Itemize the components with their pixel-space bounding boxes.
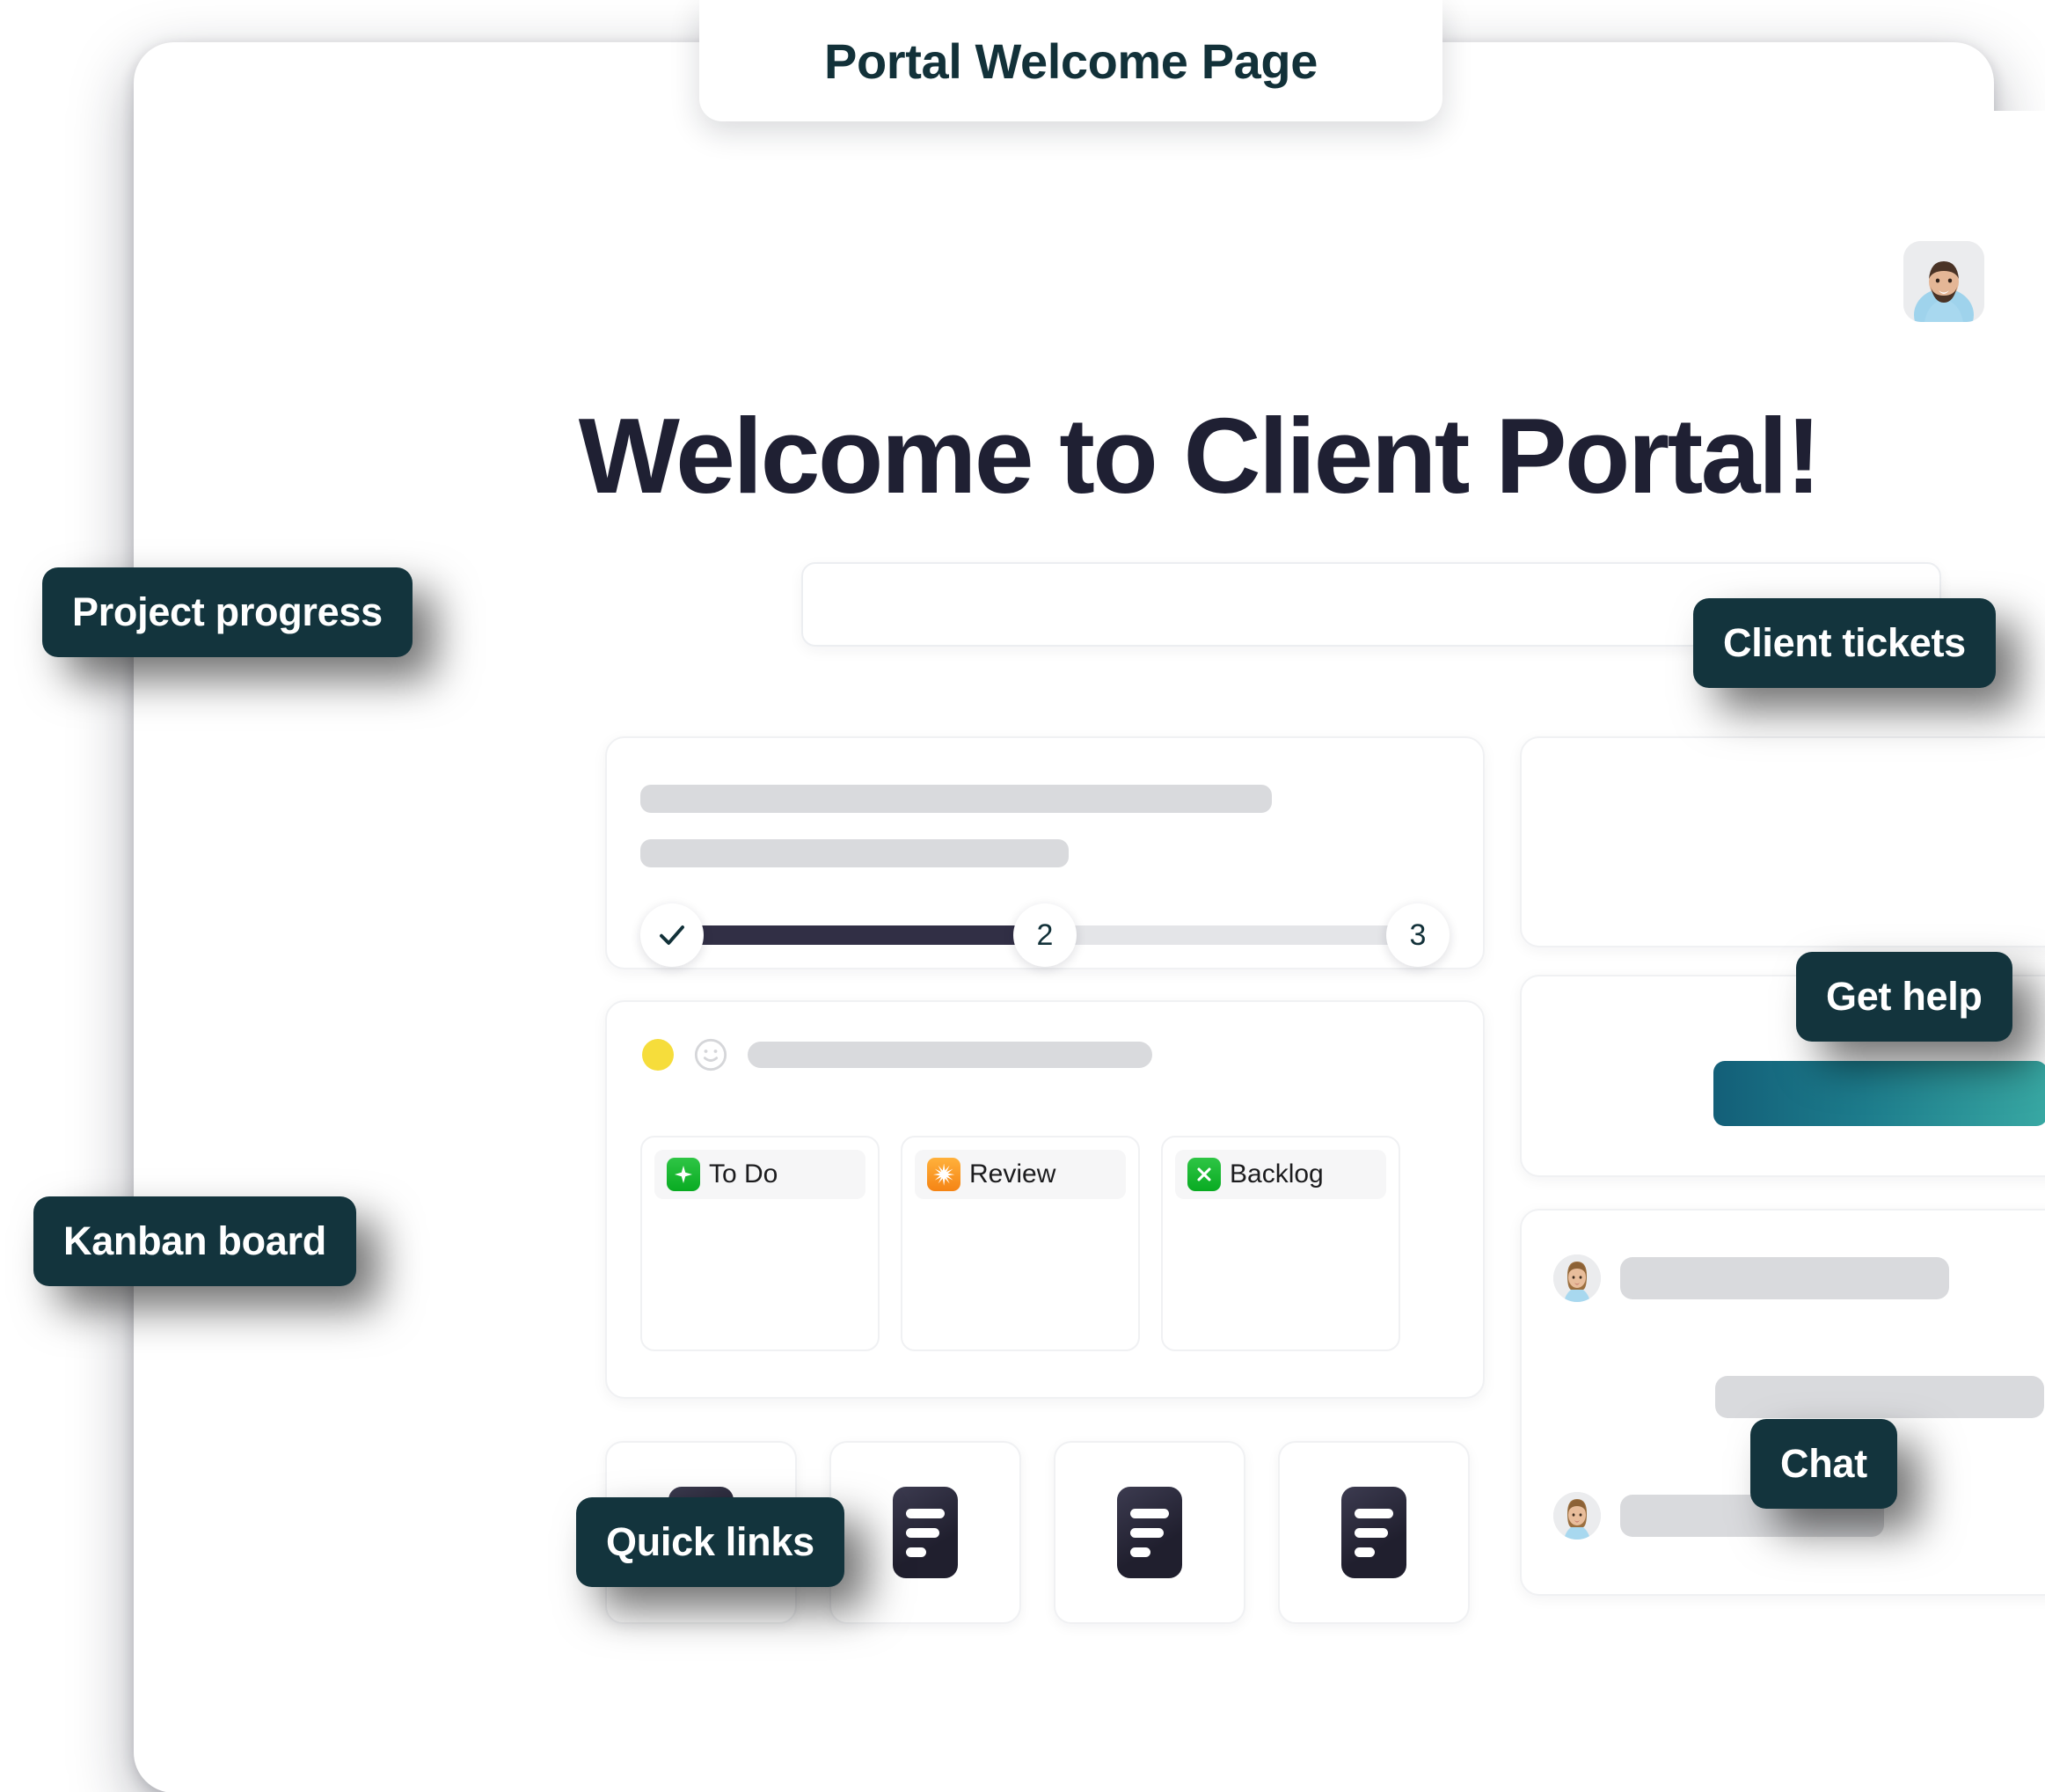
screenshot-root: Welcome to Client Portal! 2 3 To Do Revi… bbox=[0, 0, 2045, 1792]
project-progress-card: 2 3 bbox=[605, 736, 1485, 969]
quick-link-tile[interactable] bbox=[1278, 1441, 1470, 1624]
client-tickets-card bbox=[1520, 736, 2045, 947]
portal-screen: Welcome to Client Portal! 2 3 To Do Revi… bbox=[306, 111, 2045, 1792]
step-node-2[interactable]: 2 bbox=[1013, 903, 1077, 967]
annotation-get-help: Get help bbox=[1796, 952, 2012, 1042]
kanban-board-card: To Do Review Backlog bbox=[605, 1000, 1485, 1399]
check-icon bbox=[660, 925, 684, 945]
document-line bbox=[1355, 1547, 1375, 1557]
kanban-column-header: Review bbox=[915, 1150, 1126, 1199]
page-title: Welcome to Client Portal! bbox=[578, 396, 1822, 516]
smiley-icon[interactable] bbox=[693, 1037, 728, 1072]
document-icon bbox=[893, 1487, 958, 1578]
document-line bbox=[906, 1527, 939, 1538]
document-icon bbox=[1117, 1487, 1182, 1578]
chat-bubble bbox=[1620, 1257, 1949, 1299]
document-line bbox=[1130, 1527, 1164, 1538]
stepper-fill bbox=[681, 925, 1050, 945]
step-node-3[interactable]: 3 bbox=[1386, 903, 1450, 967]
kanban-column-backlog[interactable]: Backlog bbox=[1161, 1136, 1400, 1351]
chat-bubble bbox=[1715, 1376, 2044, 1418]
document-line bbox=[906, 1547, 926, 1557]
avatar-photo bbox=[1553, 1492, 1601, 1540]
annotation-quick-links: Quick links bbox=[576, 1497, 844, 1587]
annotation-kanban-board: Kanban board bbox=[33, 1196, 356, 1286]
kanban-column-todo[interactable]: To Do bbox=[640, 1136, 880, 1351]
quick-link-tile[interactable] bbox=[829, 1441, 1021, 1624]
sparkle-glyph bbox=[675, 1166, 692, 1183]
progress-stepper: 2 3 bbox=[640, 903, 1450, 967]
document-line bbox=[1130, 1547, 1150, 1557]
kanban-column-label: Backlog bbox=[1230, 1159, 1324, 1189]
starburst-icon bbox=[927, 1158, 960, 1191]
document-line bbox=[1130, 1508, 1169, 1518]
x-icon bbox=[1187, 1158, 1221, 1191]
page-title-chip: Portal Welcome Page bbox=[699, 0, 1442, 121]
placeholder-line bbox=[640, 785, 1272, 813]
annotation-client-tickets: Client tickets bbox=[1693, 598, 1996, 688]
placeholder-line bbox=[748, 1042, 1152, 1068]
step-node-1[interactable] bbox=[640, 903, 704, 967]
document-line bbox=[1355, 1527, 1388, 1538]
kanban-column-label: Review bbox=[969, 1159, 1056, 1189]
placeholder-line bbox=[640, 839, 1069, 867]
page-title-chip-label: Portal Welcome Page bbox=[824, 33, 1318, 89]
kanban-column-review[interactable]: Review bbox=[901, 1136, 1140, 1351]
document-icon bbox=[1341, 1487, 1406, 1578]
annotation-chat: Chat bbox=[1750, 1419, 1897, 1509]
kanban-columns: To Do Review Backlog bbox=[640, 1136, 1400, 1351]
avatar-photo bbox=[1553, 1254, 1601, 1302]
document-line bbox=[1355, 1508, 1393, 1518]
chat-message-row bbox=[1553, 1254, 1949, 1302]
get-help-button[interactable] bbox=[1713, 1061, 2045, 1126]
x-glyph bbox=[1197, 1167, 1211, 1181]
avatar[interactable] bbox=[1903, 241, 1984, 322]
kanban-column-label: To Do bbox=[709, 1159, 778, 1189]
starburst-glyph bbox=[932, 1163, 954, 1186]
kanban-column-header: To Do bbox=[654, 1150, 865, 1199]
woman-avatar bbox=[1553, 1492, 1601, 1540]
document-line bbox=[906, 1508, 945, 1518]
chat-card bbox=[1520, 1209, 2045, 1596]
quick-link-tile[interactable] bbox=[1054, 1441, 1245, 1624]
avatar-photo bbox=[1903, 241, 1984, 322]
sparkle-icon bbox=[667, 1158, 700, 1191]
chat-message-row bbox=[1715, 1373, 2045, 1421]
annotation-project-progress: Project progress bbox=[42, 567, 413, 657]
kanban-column-header: Backlog bbox=[1175, 1150, 1386, 1199]
woman-avatar bbox=[1553, 1254, 1601, 1302]
device-frame: Welcome to Client Portal! 2 3 To Do Revi… bbox=[134, 42, 2045, 1792]
kanban-header bbox=[642, 1037, 1152, 1072]
status-dot-icon bbox=[642, 1039, 674, 1071]
